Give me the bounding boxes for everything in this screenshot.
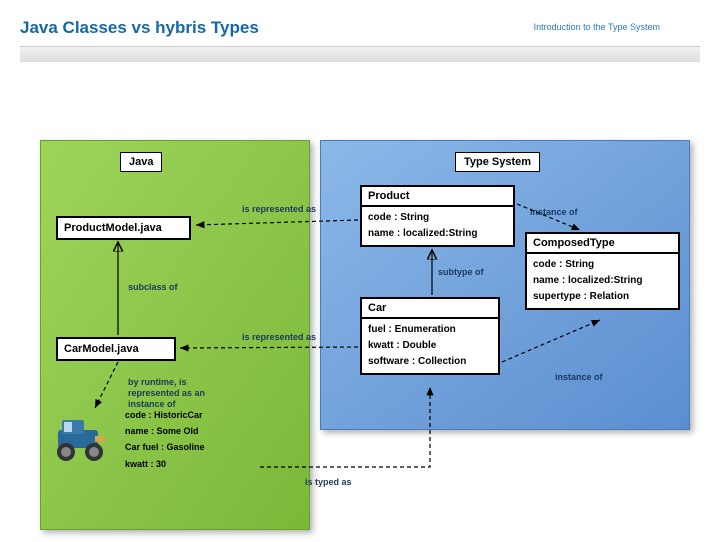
- type-system-label: Type System: [455, 152, 540, 172]
- header-band: [20, 46, 700, 62]
- composed-type-header: ComposedType: [527, 234, 678, 254]
- edge-repr1: is represented as: [242, 204, 316, 214]
- product-type-header: Product: [362, 187, 513, 207]
- composed-attr: name : localized:String: [533, 273, 672, 289]
- edge-instance1: instance of: [530, 207, 578, 217]
- edge-runtime: by runtime, is represented as an instanc…: [128, 377, 238, 409]
- java-label: Java: [120, 152, 162, 172]
- instance-attr: name : Some Old: [125, 423, 255, 439]
- composed-attr: supertype : Relation: [533, 289, 672, 305]
- composed-type-box: ComposedType code : String name : locali…: [525, 232, 680, 310]
- instance-data: code : HistoricCar name : Some Old Car f…: [125, 407, 255, 472]
- edge-repr2: is represented as: [242, 332, 316, 342]
- car-attr: software : Collection: [368, 354, 492, 370]
- product-type-box: Product code : String name : localized:S…: [360, 185, 515, 247]
- edge-subtype: subtype of: [438, 267, 484, 277]
- edge-typed-as: is typed as: [305, 477, 352, 487]
- car-attr: kwatt : Double: [368, 338, 492, 354]
- car-type-header: Car: [362, 299, 498, 319]
- edge-instance2: instance of: [555, 372, 603, 382]
- product-attr: name : localized:String: [368, 226, 507, 242]
- car-type-box: Car fuel : Enumeration kwatt : Double so…: [360, 297, 500, 375]
- header: Java Classes vs hybris Types Introductio…: [0, 0, 720, 72]
- product-attr: code : String: [368, 210, 507, 226]
- composed-attr: code : String: [533, 257, 672, 273]
- composed-type-body: code : String name : localized:String su…: [527, 254, 678, 308]
- instance-attr: code : HistoricCar: [125, 407, 255, 423]
- car-icon: [50, 412, 120, 467]
- edge-subclass: subclass of: [128, 282, 178, 292]
- car-attr: fuel : Enumeration: [368, 322, 492, 338]
- instance-attr: kwatt : 30: [125, 456, 255, 472]
- page-subtitle: Introduction to the Type System: [534, 22, 660, 32]
- car-model-box: CarModel.java: [56, 337, 176, 361]
- product-model-box: ProductModel.java: [56, 216, 191, 240]
- instance-attr: Car fuel : Gasoline: [125, 439, 255, 455]
- car-type-body: fuel : Enumeration kwatt : Double softwa…: [362, 319, 498, 373]
- diagram-canvas: Java Type System ProductModel.java CarMo…: [0, 72, 720, 542]
- product-type-body: code : String name : localized:String: [362, 207, 513, 245]
